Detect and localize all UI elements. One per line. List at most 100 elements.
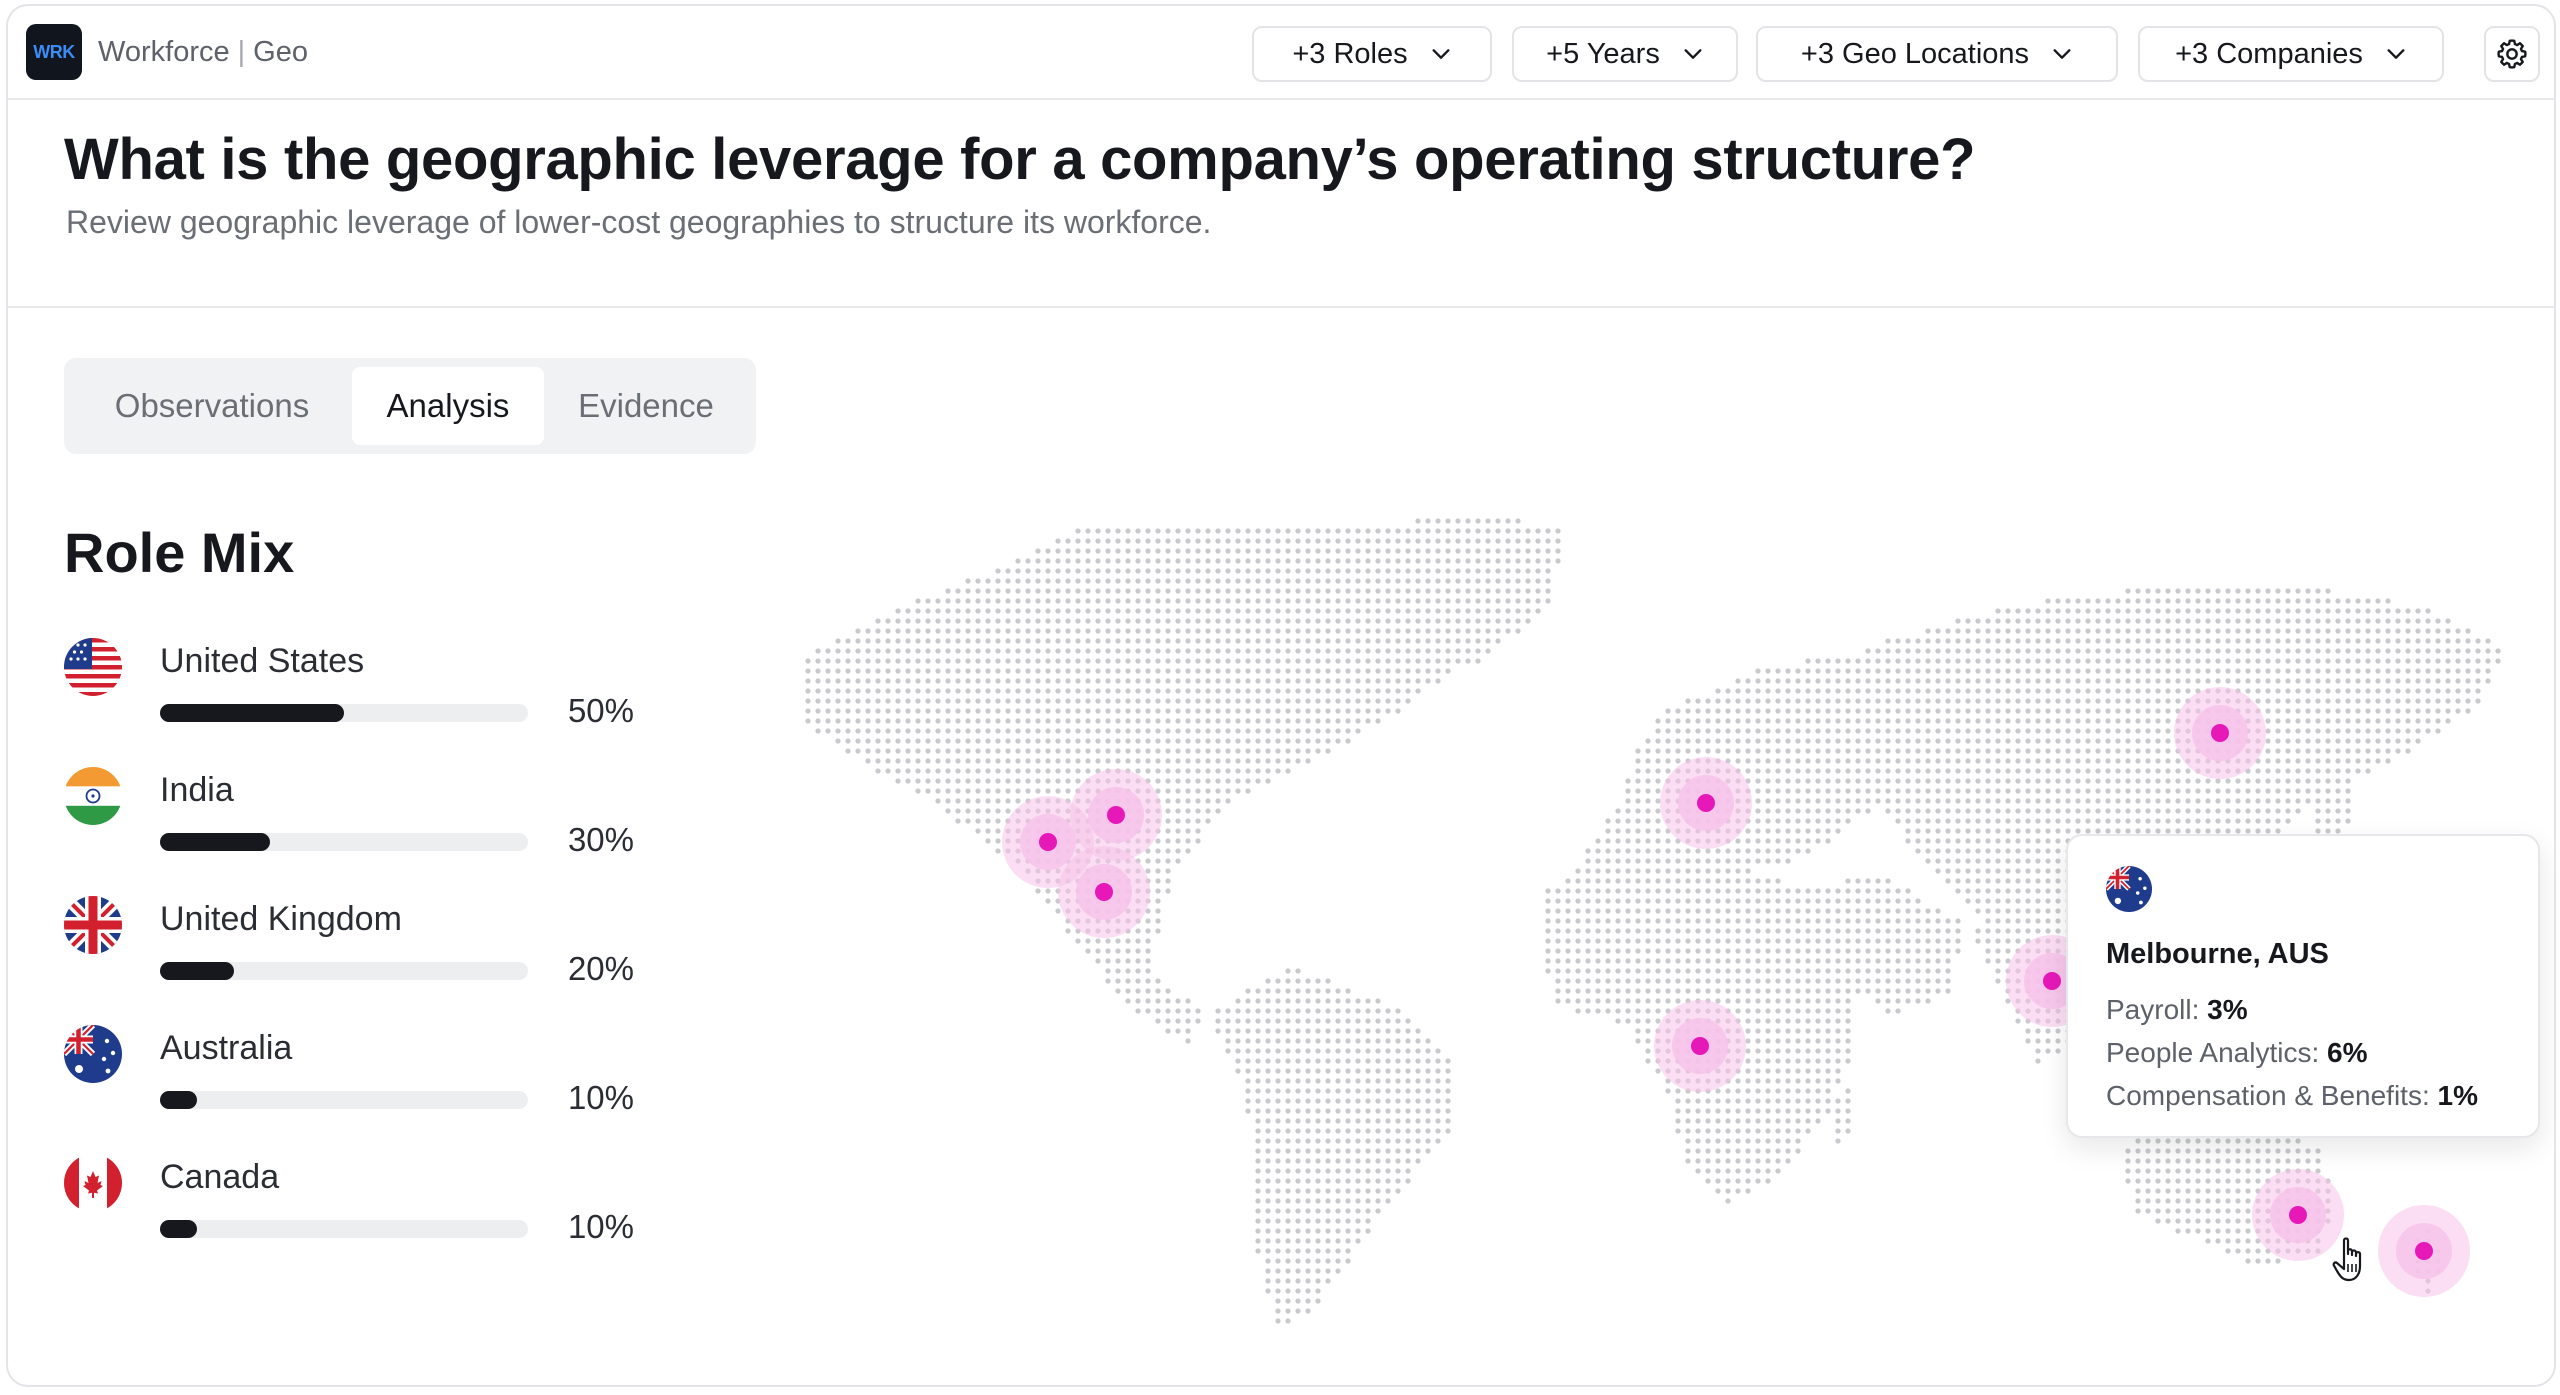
map-dot	[1775, 848, 1781, 854]
map-dot	[1575, 868, 1581, 874]
map-dot	[1865, 688, 1871, 694]
map-dot	[1375, 1058, 1381, 1064]
map-dot	[2345, 728, 2351, 734]
map-dot	[1885, 648, 1891, 654]
map-dot	[965, 688, 971, 694]
map-dot	[1165, 718, 1171, 724]
map-dot	[2205, 828, 2211, 834]
map-dot	[2175, 678, 2181, 684]
map-dot	[1895, 798, 1901, 804]
map-dot	[1735, 698, 1741, 704]
map-dot	[1995, 848, 2001, 854]
map-dot	[1875, 798, 1881, 804]
map-dot	[2005, 808, 2011, 814]
map-dot	[1235, 648, 1241, 654]
map-dot	[1115, 738, 1121, 744]
map-dot	[2215, 608, 2221, 614]
map-dot	[1335, 548, 1341, 554]
map-dot	[1175, 748, 1181, 754]
map-dot	[2485, 678, 2491, 684]
map-dot	[2335, 628, 2341, 634]
map-dot	[2125, 618, 2131, 624]
map-dot	[2405, 718, 2411, 724]
map-dot	[1005, 588, 1011, 594]
geo-locations-filter-dropdown[interactable]: +3 Geo Locations	[1756, 26, 2118, 82]
map-dot	[2275, 588, 2281, 594]
map-dot	[865, 738, 871, 744]
map-dot	[1565, 908, 1571, 914]
map-dot	[1395, 688, 1401, 694]
roles-filter-dropdown[interactable]: +3 Roles	[1252, 26, 1492, 82]
map-dot	[2275, 768, 2281, 774]
map-dot	[1025, 628, 1031, 634]
map-dot	[1245, 1038, 1251, 1044]
settings-button[interactable]	[2484, 26, 2540, 82]
map-dot	[2345, 658, 2351, 664]
tab-observations[interactable]: Observations	[72, 367, 352, 445]
map-dot	[975, 698, 981, 704]
map-dot	[1975, 708, 1981, 714]
map-dot	[985, 678, 991, 684]
map-dot	[995, 698, 1001, 704]
map-dot	[1375, 1008, 1381, 1014]
map-dot	[2285, 668, 2291, 674]
map-dot	[1185, 578, 1191, 584]
map-dot	[1715, 718, 1721, 724]
map-dot	[1405, 598, 1411, 604]
map-dot	[905, 618, 911, 624]
tab-analysis[interactable]: Analysis	[352, 367, 544, 445]
map-dot	[2165, 798, 2171, 804]
map-dot	[1615, 898, 1621, 904]
map-dot	[1095, 598, 1101, 604]
map-dot	[875, 688, 881, 694]
map-dot	[1155, 898, 1161, 904]
map-dot	[1285, 1018, 1291, 1024]
map-dot	[2195, 588, 2201, 594]
map-dot	[1275, 688, 1281, 694]
map-dot	[1785, 698, 1791, 704]
map-dot	[2055, 848, 2061, 854]
uk-flag-icon	[64, 896, 122, 954]
map-dot	[1005, 708, 1011, 714]
map-dot	[1215, 1028, 1221, 1034]
map-dot	[1755, 838, 1761, 844]
companies-filter-dropdown[interactable]: +3 Companies	[2138, 26, 2444, 82]
map-dot	[2445, 638, 2451, 644]
map-dot	[2135, 698, 2141, 704]
map-dot	[2015, 888, 2021, 894]
map-dot	[2425, 638, 2431, 644]
map-dot	[2245, 668, 2251, 674]
map-dot	[2155, 688, 2161, 694]
map-dot	[1655, 818, 1661, 824]
tab-evidence[interactable]: Evidence	[544, 367, 748, 445]
years-filter-dropdown[interactable]: +5 Years	[1512, 26, 1738, 82]
map-dot	[1615, 1018, 1621, 1024]
map-dot	[1765, 1018, 1771, 1024]
map-dot	[2495, 648, 2501, 654]
map-dot	[965, 678, 971, 684]
map-dot	[835, 718, 841, 724]
map-dot	[2235, 808, 2241, 814]
map-dot	[1085, 678, 1091, 684]
map-dot	[1375, 568, 1381, 574]
map-dot	[1055, 548, 1061, 554]
map-dot	[2195, 598, 2201, 604]
map-dot	[1845, 678, 1851, 684]
map-dot	[2125, 758, 2131, 764]
map-dot	[1845, 808, 1851, 814]
map-dot	[1975, 778, 1981, 784]
map-dot	[2315, 798, 2321, 804]
map-dot	[1145, 588, 1151, 594]
map-dot	[2205, 608, 2211, 614]
app-logo[interactable]: WRK	[26, 24, 82, 80]
map-dot	[1555, 938, 1561, 944]
map-dot	[2105, 828, 2111, 834]
map-dot	[2125, 688, 2131, 694]
map-dot	[925, 708, 931, 714]
map-dot	[2005, 698, 2011, 704]
map-dot	[1225, 758, 1231, 764]
map-dot	[2075, 688, 2081, 694]
map-dot	[895, 708, 901, 714]
map-dot	[1785, 818, 1791, 824]
map-dot	[1305, 728, 1311, 734]
